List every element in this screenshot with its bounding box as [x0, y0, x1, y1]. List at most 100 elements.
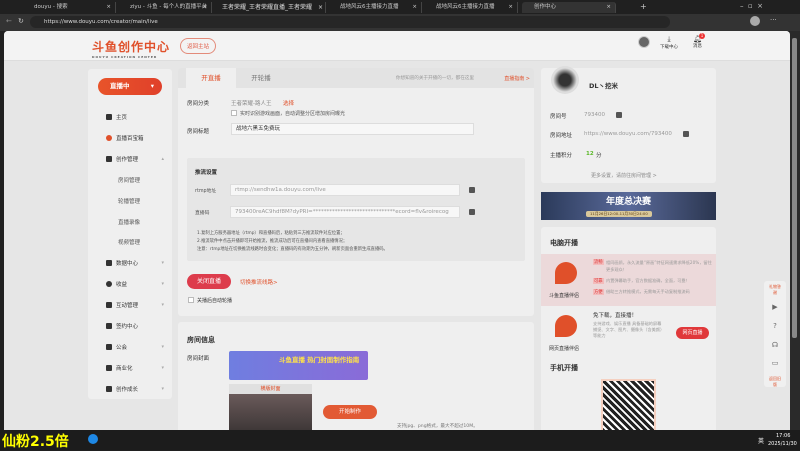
nav-label: 签约中心: [116, 324, 139, 330]
live-status-button[interactable]: 直播中 ▾: [98, 78, 162, 95]
browser-tab-active[interactable]: 创作中心 ×: [522, 2, 616, 13]
landscape-cover-tab[interactable]: 横版封面: [229, 384, 312, 394]
web-live-button[interactable]: 网页直播: [676, 327, 709, 339]
switch-line-link[interactable]: 切换推流线路>: [240, 278, 278, 286]
url-input[interactable]: https://www.douyu.com/creator/main/live: [30, 16, 670, 28]
tab-start-rotation[interactable]: 开轮播: [236, 68, 286, 88]
clock-date[interactable]: 2025/11/30: [768, 441, 797, 447]
profile-avatar-icon[interactable]: [750, 16, 760, 26]
rtmp-address-input[interactable]: rtmp://sendhw1a.douyu.com/live: [230, 184, 460, 196]
ime-indicator[interactable]: 英: [758, 436, 764, 445]
back-old-version-button[interactable]: 返回旧版: [769, 376, 781, 388]
gift-thanks-button[interactable]: 礼物答谢: [769, 284, 781, 296]
chevron-down-icon: ▾: [161, 302, 164, 308]
scrollbar-thumb[interactable]: [792, 38, 797, 338]
download-icon: ⤓: [667, 35, 671, 43]
contract-icon: [106, 323, 112, 329]
nav-contract[interactable]: 签约中心: [106, 322, 166, 330]
browser-tab[interactable]: 王者荣耀_王者荣耀直播_王者荣耀 ×: [214, 2, 326, 13]
stream-key-input[interactable]: 793400reAC9hdf8M?dyPRI=*****************…: [230, 206, 460, 218]
nav-guild[interactable]: 公会 ▾: [106, 343, 166, 351]
event-banner[interactable]: 年度总决赛 11月26日12:00-11月30日24:00: [541, 192, 716, 220]
auto-detect-checkbox[interactable]: [231, 110, 237, 116]
tab-start-live[interactable]: 开直播: [186, 68, 236, 88]
user-avatar[interactable]: [638, 36, 650, 48]
nav-rotation-manage[interactable]: 轮播管理: [118, 197, 140, 205]
close-tab-icon[interactable]: ×: [318, 2, 323, 13]
messages-button[interactable]: 🔔︎ 消息 1: [693, 33, 705, 49]
web-desc: 支持游戏、娱乐直播 具备基础的屏幕捕捉、文字、图片、摄像头（含美颜）等能力: [593, 321, 663, 338]
live-companion-promo[interactable]: 斗鱼直播伴侣 流畅 相同画质，永久流量“原画”特征网速需求降低20%，留住更多观…: [541, 254, 716, 306]
nav-creation[interactable]: 创作管理 ▴: [106, 155, 166, 163]
close-tab-icon[interactable]: ×: [412, 2, 417, 13]
data-icon: [106, 260, 112, 266]
nav-label: 直播百宝箱: [116, 136, 144, 142]
nav-label: 创作成长: [116, 387, 139, 393]
more-settings-link[interactable]: 更多设置，请前往房间管理 >: [591, 172, 657, 179]
pc-live-card: 电脑开播 斗鱼直播伴侣 流畅 相同画质，永久流量“原画”特征网速需求降低20%，…: [541, 227, 716, 430]
chevron-down-icon: ▾: [161, 365, 164, 371]
close-tab-icon[interactable]: ×: [202, 2, 207, 13]
score-label: 主播积分: [550, 153, 573, 159]
download-center-button[interactable]: ⤓ 下载中心: [660, 35, 678, 50]
feedback-icon[interactable]: ▭: [769, 359, 781, 367]
cover-image: [229, 394, 312, 430]
nav-label: 公会: [116, 345, 128, 351]
copy-icon[interactable]: [616, 112, 622, 118]
browser-tab[interactable]: douyu - 搜索 ×: [22, 2, 116, 13]
close-tab-icon[interactable]: ×: [606, 2, 611, 13]
mobile-live-heading: 手机开播: [550, 364, 578, 372]
logo[interactable]: 斗鱼创作中心 DOUYU CREATION CENTER: [92, 38, 170, 59]
browser-tab[interactable]: 战地风云6主播接力直播 ×: [424, 2, 518, 13]
nav-business[interactable]: 商业化 ▾: [106, 364, 166, 372]
nav-interaction[interactable]: 互动管理 ▾: [106, 301, 166, 309]
copy-icon[interactable]: [469, 209, 475, 215]
more-menu-icon[interactable]: ···: [770, 16, 777, 24]
live-guide-link[interactable]: 直播指南 >: [504, 75, 530, 82]
room-title-input[interactable]: 战地六黑五免费玩: [231, 123, 474, 135]
close-tab-icon[interactable]: ×: [106, 2, 111, 13]
interaction-icon: [106, 302, 112, 308]
nav-videos[interactable]: 视频管理: [118, 238, 140, 246]
room-info-panel: 房间信息 房间封面 斗鱼直播 热门封面制作指南 横版封面 开始制作 支持jpg、…: [178, 322, 534, 430]
nav-toolbox[interactable]: 直播百宝箱: [106, 134, 166, 142]
choose-category-link[interactable]: 选择: [283, 99, 294, 107]
browser-tab[interactable]: 战地风云6主播接力直播 ×: [328, 2, 422, 13]
push-note: 注意：rtmp地址在切换推流线路时会变化；直播码的有效期为五分钟，刷新页面会重新…: [197, 247, 388, 252]
tab-title: 创作中心: [534, 4, 557, 10]
toolbox-icon: [106, 135, 112, 141]
nav-growth[interactable]: 创作成长 ▾: [106, 385, 166, 393]
nav-data[interactable]: 数据中心 ▾: [106, 259, 166, 267]
cover-guide-banner[interactable]: 斗鱼直播 热门封面制作指南: [229, 351, 368, 380]
window-controls[interactable]: – ▫ ×: [740, 2, 763, 10]
stop-live-button[interactable]: 关闭直播: [187, 274, 231, 289]
copy-icon[interactable]: [683, 131, 689, 137]
reload-icon[interactable]: ↻: [18, 17, 24, 25]
promo-line: 相同画质，永久流量“原画”特征网速需求降低20%，留住更多观众！: [606, 260, 712, 272]
nav-income[interactable]: 收益 ▾: [106, 280, 166, 288]
auto-rotate-checkbox[interactable]: [188, 297, 194, 303]
nav-home[interactable]: 主页: [106, 113, 166, 121]
headset-icon[interactable]: ☊: [769, 341, 781, 349]
overlay-text: 仙粉2.5倍: [2, 434, 69, 450]
help-icon[interactable]: ?: [769, 322, 781, 330]
rtmp-label: rtmp地址: [195, 189, 217, 194]
back-to-main-button[interactable]: 返回主站: [180, 38, 217, 54]
nav-recordings[interactable]: 直播录像: [118, 218, 140, 226]
push-note: 1.复制上方服务器地址（rtmp）和直播码后，粘贴到三方推流软件对应位置；: [197, 231, 345, 236]
browser-tab[interactable]: ziyu - 斗鱼 - 每个人的直播平台 ×: [118, 2, 212, 13]
start-making-button[interactable]: 开始制作: [323, 405, 377, 419]
back-icon[interactable]: ←: [6, 17, 12, 25]
close-tab-icon[interactable]: ×: [508, 2, 513, 13]
video-icon[interactable]: ▶: [769, 303, 781, 311]
nav-label: 互动管理: [116, 303, 139, 309]
message-count-badge: 1: [699, 33, 705, 39]
floating-toolbar: 礼物答谢 ▶ ? ☊ ▭ 返回旧版: [764, 281, 786, 387]
chevron-down-icon: ▾: [161, 344, 164, 350]
new-tab-icon[interactable]: +: [640, 2, 647, 11]
nav-room-manage[interactable]: 房间管理: [118, 176, 140, 184]
edge-browser-icon[interactable]: [88, 434, 98, 444]
streamer-avatar: [551, 66, 579, 94]
copy-icon[interactable]: [469, 187, 475, 193]
clock-time[interactable]: 17:06: [776, 433, 790, 439]
